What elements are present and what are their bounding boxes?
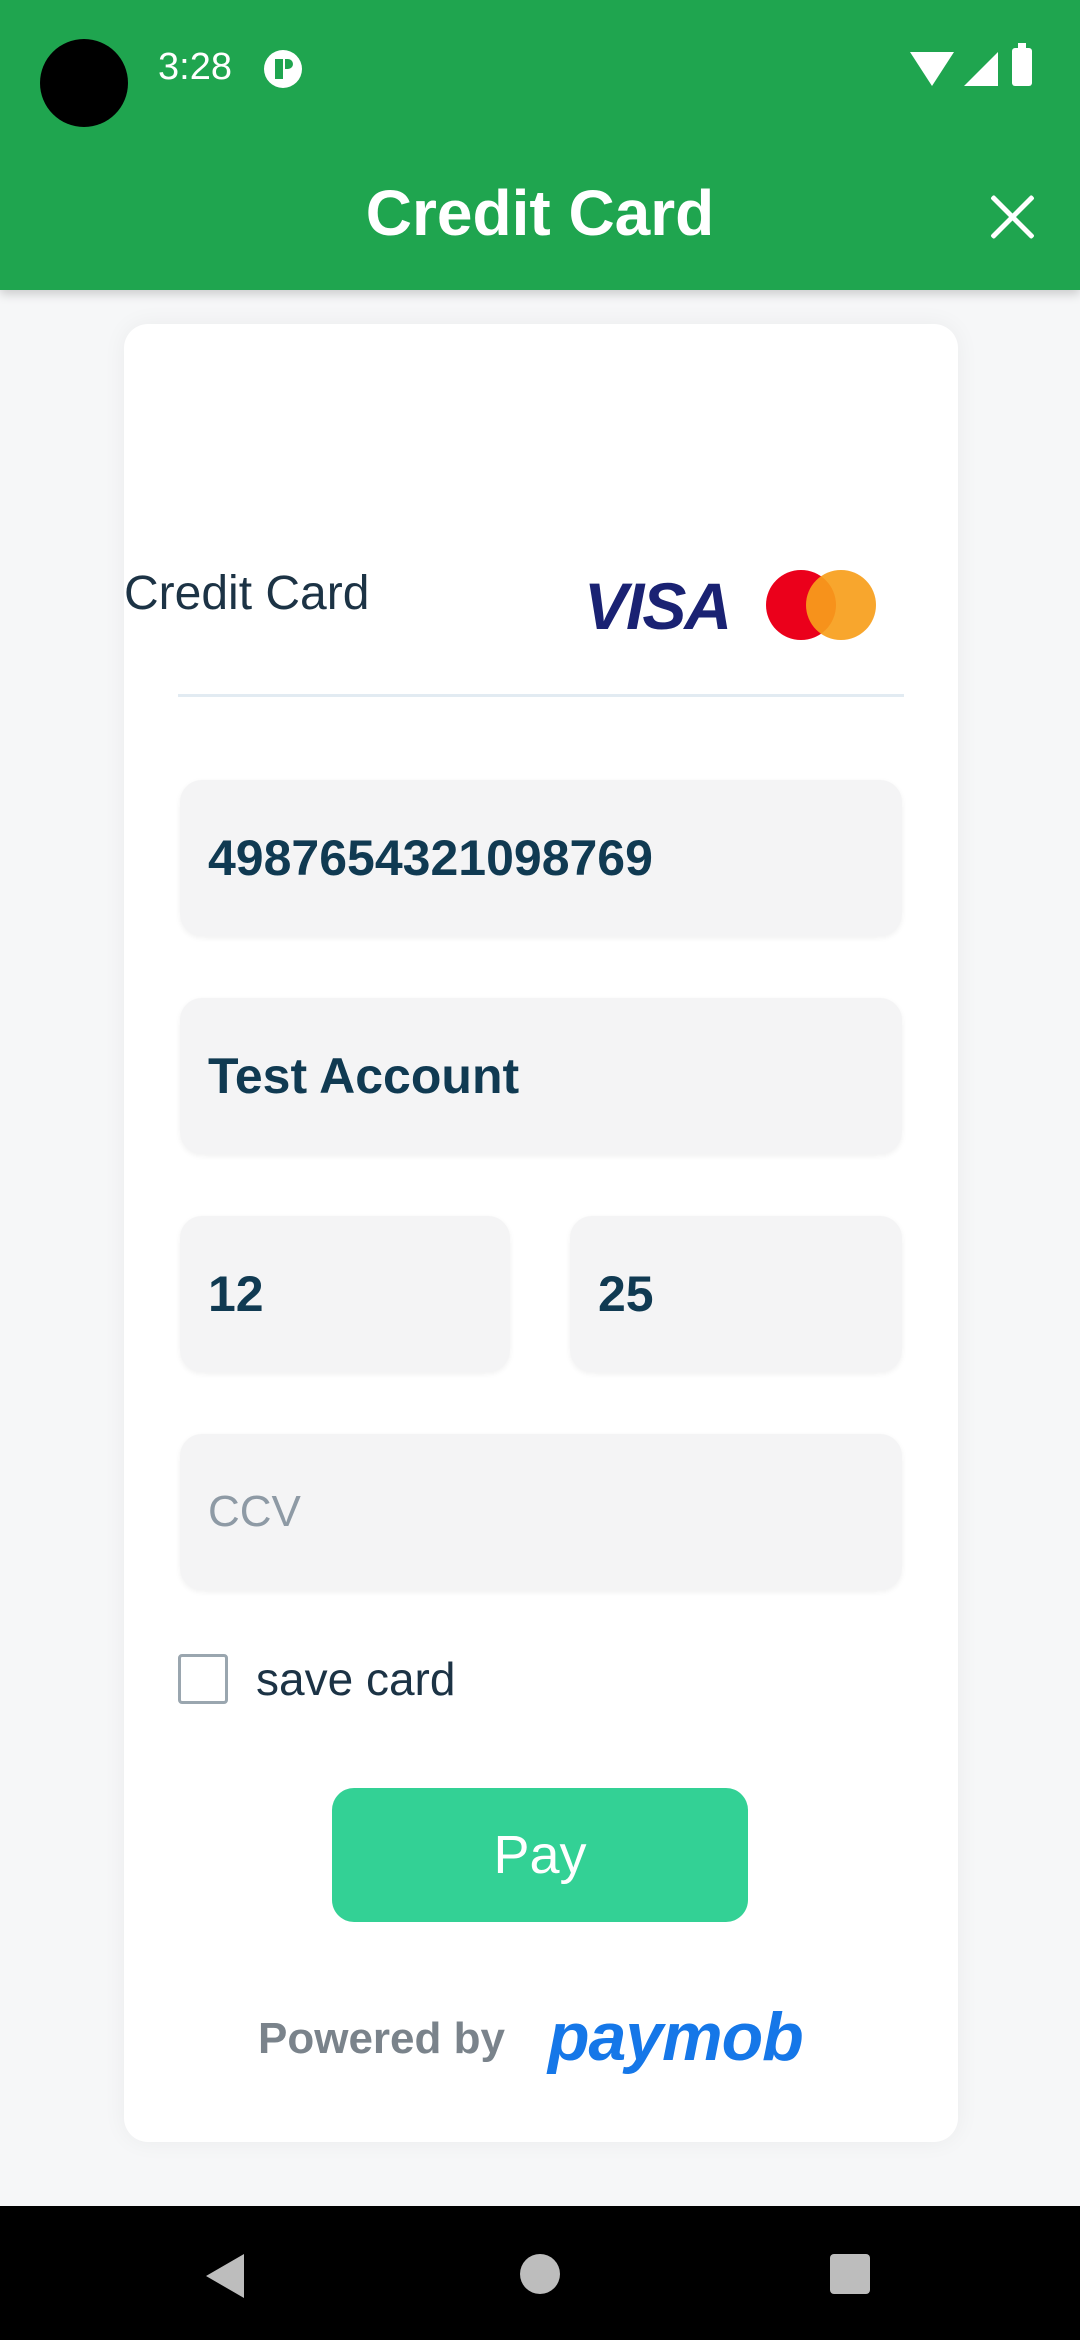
expiry-month-input[interactable]: 12 bbox=[180, 1216, 510, 1372]
expiry-year-input[interactable]: 25 bbox=[570, 1216, 902, 1372]
recents-icon[interactable] bbox=[830, 2254, 870, 2294]
signal-icon bbox=[964, 52, 998, 86]
navigation-bar bbox=[0, 2206, 1080, 2340]
wifi-icon bbox=[910, 52, 954, 86]
top-bar: 3:28 Credit Card bbox=[0, 0, 1080, 290]
status-icons bbox=[910, 43, 1040, 88]
pay-button[interactable]: Pay bbox=[332, 1788, 748, 1922]
card-type-label: Credit Card bbox=[124, 567, 370, 620]
close-icon[interactable] bbox=[974, 180, 1054, 250]
page-title: Credit Card bbox=[365, 177, 715, 249]
powered-by-label: Powered by bbox=[258, 2014, 505, 2063]
card-holder-input[interactable]: Test Account bbox=[180, 998, 902, 1154]
save-card-row[interactable]: save card bbox=[178, 1650, 678, 1710]
status-time: 3:28 bbox=[158, 46, 232, 88]
mastercard-logo bbox=[766, 570, 876, 640]
visa-logo: VISA bbox=[584, 569, 732, 643]
save-card-checkbox[interactable] bbox=[178, 1654, 228, 1704]
card-number-input[interactable]: 4987654321098769 bbox=[180, 780, 902, 936]
payment-card: Credit Card VISA 4987654321098769 Test A… bbox=[124, 324, 958, 2142]
paymob-logo: paymob bbox=[548, 1999, 804, 2075]
battery-icon bbox=[1012, 43, 1032, 86]
divider bbox=[178, 694, 904, 697]
ccv-input[interactable]: CCV bbox=[180, 1434, 902, 1590]
app-notification-icon bbox=[264, 50, 302, 88]
camera-cutout bbox=[40, 39, 128, 127]
save-card-label: save card bbox=[256, 1653, 456, 1705]
home-icon[interactable] bbox=[520, 2254, 560, 2294]
back-icon[interactable] bbox=[206, 2254, 244, 2298]
